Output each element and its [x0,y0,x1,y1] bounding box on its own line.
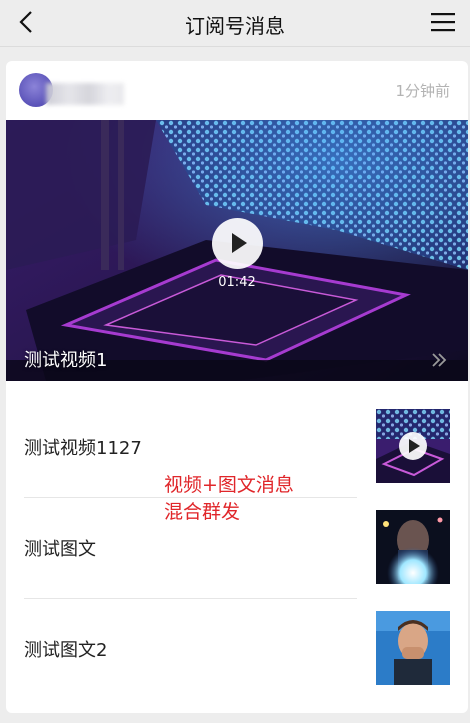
hero-video[interactable]: 01:42 测试视频1 [6,120,468,381]
item-title: 测试图文 [24,539,96,560]
item-title: 测试图文2 [24,640,108,661]
item-thumbnail-video [376,409,450,483]
hero-title: 测试视频1 [24,350,108,371]
page-title: 订阅号消息 [185,14,285,38]
annotation-line-1: 视频+图文消息 [164,474,294,496]
menu-icon[interactable] [430,10,456,34]
item-thumbnail-image [376,510,450,584]
play-icon [232,233,247,253]
nav-bar: 订阅号消息 [0,0,470,47]
annotation-line-2: 混合群发 [164,501,241,523]
item-thumbnail-image [376,611,450,685]
account-name-blurred [46,83,124,105]
double-chevron-right-icon [432,353,447,367]
card-header: 1分钟前 [6,61,468,120]
play-button[interactable] [212,218,263,269]
timestamp: 1分钟前 [395,82,450,100]
message-card: 1分钟前 01:42 测试视频1 测试视频1127 测试图文 测试图文2 视频+… [6,61,468,713]
video-duration: 01:42 [218,275,256,290]
item-title: 测试视频1127 [24,438,142,459]
list-item[interactable]: 测试图文2 [24,599,450,699]
